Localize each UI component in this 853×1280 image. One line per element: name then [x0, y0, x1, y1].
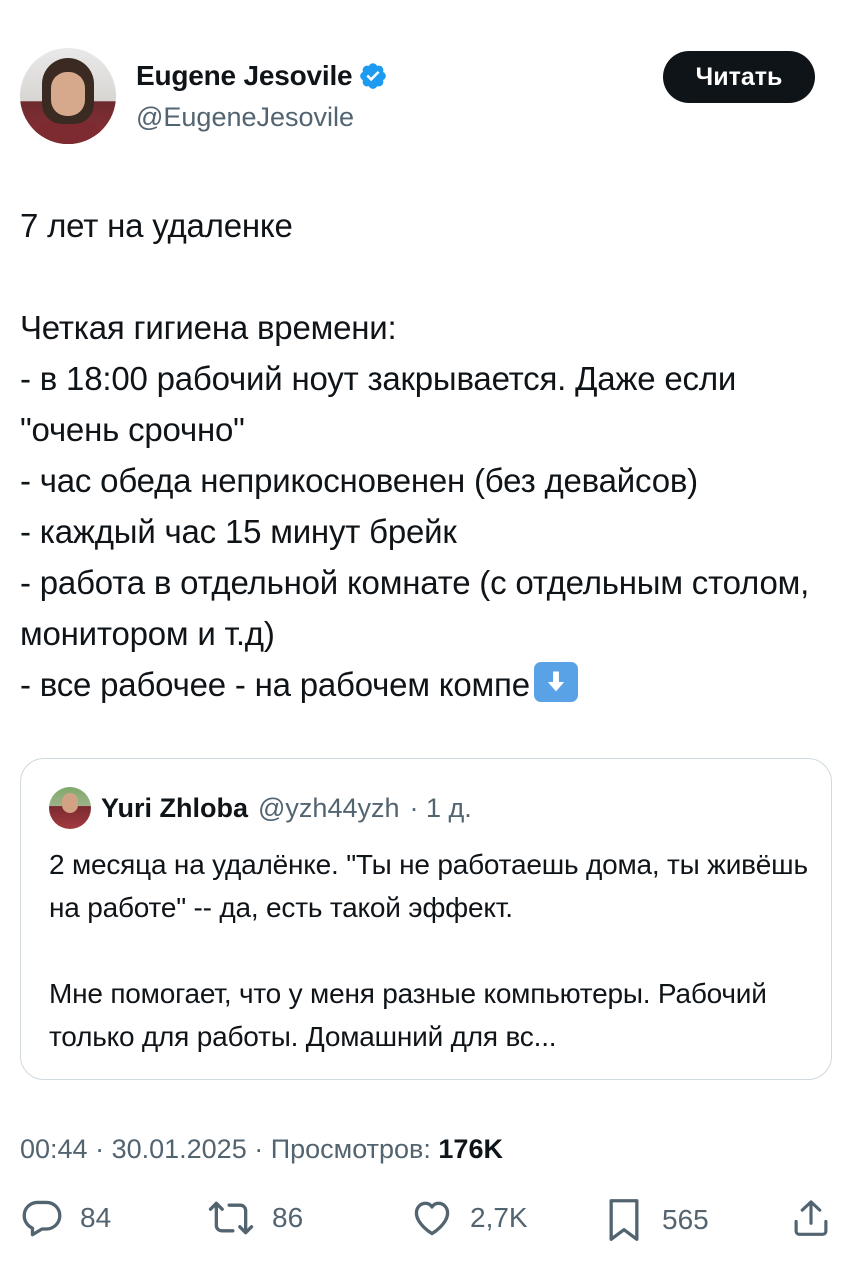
- quoted-author-name: Yuri Zhloba: [101, 792, 249, 823]
- tweet-body: 7 лет на удаленке Четкая гигиена времени…: [20, 200, 830, 710]
- reply-button[interactable]: 84: [20, 1196, 111, 1240]
- tweet-date[interactable]: 30.01.2025: [112, 1134, 247, 1164]
- tweet-header: Eugene Jesovile @EugeneJesovile Читать: [20, 48, 820, 148]
- down-arrow-emoji-icon: [533, 662, 578, 702]
- tweet-text: 7 лет на удаленке Четкая гигиена времени…: [20, 207, 810, 703]
- author-name[interactable]: Eugene Jesovile: [136, 60, 353, 92]
- tweet-actions: 84 86 2,7K 565: [20, 1196, 833, 1256]
- reply-icon: [22, 1200, 62, 1237]
- meta-separator: ·: [246, 1134, 271, 1164]
- quoted-tweet[interactable]: Yuri Zhloba @yzh44yzh · 1 д. 2 месяца на…: [20, 758, 832, 1080]
- share-icon: [794, 1200, 828, 1236]
- quoted-tweet-header: Yuri Zhloba @yzh44yzh · 1 д.: [49, 787, 472, 829]
- bookmark-button[interactable]: 565: [602, 1196, 709, 1244]
- share-button[interactable]: [790, 1196, 832, 1240]
- author-name-line: Eugene Jesovile: [136, 60, 388, 92]
- like-button[interactable]: 2,7K: [410, 1196, 528, 1240]
- verified-badge-icon: [358, 61, 388, 91]
- quoted-tweet-age: · 1 д.: [409, 792, 472, 823]
- author-handle[interactable]: @EugeneJesovile: [136, 102, 354, 133]
- reply-count: 84: [80, 1202, 112, 1233]
- meta-separator: ·: [87, 1134, 112, 1164]
- author-avatar[interactable]: [20, 48, 116, 144]
- repost-count: 86: [272, 1202, 304, 1233]
- quoted-author-handle: @yzh44yzh: [258, 792, 400, 823]
- views-count: 176K: [438, 1134, 503, 1164]
- bookmark-icon: [609, 1199, 639, 1241]
- tweet-time[interactable]: 00:44: [20, 1134, 88, 1164]
- tweet-meta: 00:44 · 30.01.2025 · Просмотров: 176K: [20, 1134, 503, 1165]
- quoted-tweet-text: 2 месяца на удалёнке. "Ты не работаешь д…: [49, 849, 808, 1052]
- repost-button[interactable]: 86: [206, 1196, 303, 1240]
- bookmark-count: 565: [662, 1204, 709, 1235]
- views-label: Просмотров:: [270, 1134, 431, 1164]
- quoted-author-avatar: [49, 787, 91, 829]
- heart-icon: [414, 1201, 450, 1236]
- like-count: 2,7K: [470, 1202, 528, 1233]
- repost-icon: [208, 1201, 254, 1235]
- follow-button[interactable]: Читать: [663, 51, 815, 103]
